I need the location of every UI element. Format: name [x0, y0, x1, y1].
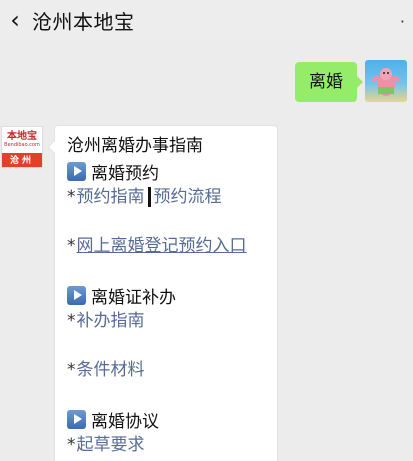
link-row: * 起草要求: [67, 432, 265, 458]
user-avatar-image: [371, 68, 401, 96]
user-avatar[interactable]: [365, 60, 407, 102]
play-icon: [67, 409, 86, 429]
link-row: * 条件材料: [67, 357, 265, 383]
section-heading-divorce-appointment: 离婚预约: [67, 158, 265, 184]
link-drafting-requirements[interactable]: 起草要求: [77, 432, 145, 458]
sent-message-bubble[interactable]: 离婚: [295, 62, 363, 102]
bot-avatar-brand-name: 本地宝: [7, 131, 37, 142]
bot-avatar-url: Bendibao.com: [4, 142, 40, 148]
chat-header: ‹ 沧州本地宝 ·: [0, 0, 413, 40]
section-label: 离婚协议: [91, 411, 159, 432]
link-reissue-guide[interactable]: 补办指南: [77, 308, 145, 334]
section-label: 离婚预约: [91, 163, 159, 184]
more-dots-icon[interactable]: ·: [400, 12, 405, 31]
link-row: * 补办指南: [67, 308, 265, 334]
bullet: *: [67, 435, 76, 455]
play-icon: [67, 161, 86, 181]
bullet: *: [67, 236, 76, 256]
link-appointment-guide[interactable]: 预约指南: [77, 184, 145, 210]
received-message-bubble: 沧州离婚办事指南 离婚预约 * 预约指南 预约流程 * 网上离婚登记预约入口 离…: [48, 125, 278, 461]
bot-avatar-brand: 本地宝 Bendibao.com: [2, 127, 42, 153]
bullet: *: [67, 187, 76, 207]
section-heading-divorce-agreement: 离婚协议: [67, 406, 265, 432]
message-title: 沧州离婚办事指南: [67, 136, 203, 156]
link-appointment-process[interactable]: 预约流程: [154, 184, 222, 210]
link-online-appointment-entry[interactable]: 网上离婚登记预约入口: [77, 233, 247, 259]
section-heading-certificate-reissue: 离婚证补办: [67, 282, 265, 308]
bullet: *: [67, 311, 76, 331]
link-row: * 网上离婚登记预约入口: [67, 233, 265, 259]
chevron-left-icon[interactable]: ‹: [0, 0, 30, 40]
play-icon: [67, 285, 86, 305]
bot-avatar[interactable]: 本地宝 Bendibao.com 沧州: [1, 126, 43, 168]
chat-title: 沧州本地宝: [32, 9, 135, 34]
separator: [147, 187, 151, 207]
bot-avatar-city: 沧州: [2, 153, 42, 167]
link-row: * 预约指南 预约流程: [67, 184, 265, 210]
bullet: *: [67, 360, 76, 380]
sent-message-row: 离婚: [295, 60, 407, 102]
section-label: 离婚证补办: [91, 287, 176, 308]
link-conditions-materials[interactable]: 条件材料: [77, 357, 145, 383]
